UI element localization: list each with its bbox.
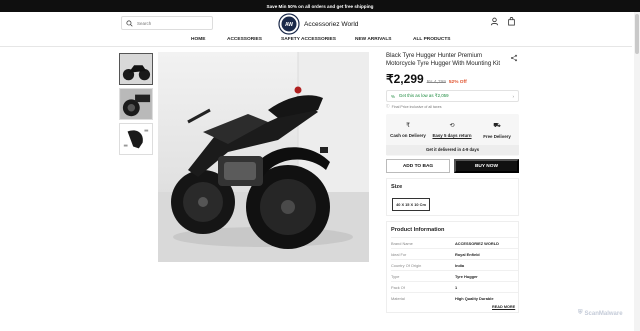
delivery-estimate: Get it delivered in 4-9 days bbox=[386, 145, 519, 155]
main-nav: HOME ACCESSORIES SAFETY ACCESSORIES NEW … bbox=[0, 34, 640, 46]
read-more-link[interactable]: READ MORE bbox=[492, 305, 515, 309]
size-option[interactable]: 40 X 15 X 10 Cm bbox=[392, 198, 430, 211]
truck-icon: ⛟ bbox=[493, 123, 501, 129]
thumbnail-1[interactable] bbox=[119, 53, 153, 85]
info-value: India bbox=[455, 263, 465, 268]
feature-cod-label: Cash on Delivery bbox=[390, 133, 426, 138]
nav-new-arrivals[interactable]: NEW ARRIVALS bbox=[355, 37, 392, 42]
feature-return[interactable]: ⟲ Easy 5 days return bbox=[430, 122, 474, 138]
nav-all-products[interactable]: ALL PRODUCTS bbox=[413, 37, 451, 42]
search-input[interactable] bbox=[137, 20, 207, 26]
brand-logo[interactable]: AW Accessoriez World bbox=[278, 13, 358, 35]
share-icon[interactable] bbox=[510, 54, 518, 62]
product-title: Black Tyre Hugger Hunter Premium Motorcy… bbox=[386, 52, 501, 68]
feature-return-label[interactable]: Easy 5 days return bbox=[432, 133, 471, 138]
scrollbar-thumb[interactable] bbox=[635, 14, 639, 54]
buy-now-button[interactable]: BUY NOW bbox=[454, 159, 519, 173]
sale-price: ₹2,299 bbox=[386, 72, 424, 86]
feature-free-delivery: ⛟ Free Delivery bbox=[475, 122, 519, 139]
info-key: Ideal For bbox=[391, 252, 407, 257]
rupee-icon: ₹ bbox=[406, 123, 410, 129]
info-value: Royal Enfield bbox=[455, 252, 480, 257]
logo-badge-icon: AW bbox=[278, 13, 300, 35]
shopping-bag-icon[interactable] bbox=[507, 17, 516, 26]
info-value: Tyre Hugger bbox=[455, 274, 478, 279]
watermark-text: ScanMalware bbox=[584, 310, 623, 317]
nav-accessories[interactable]: ACCESSORIES bbox=[227, 37, 262, 42]
info-key: Pack Of bbox=[391, 285, 405, 290]
logo-mark-text: AW bbox=[285, 22, 293, 28]
info-key: Brand Name bbox=[391, 241, 413, 246]
info-value: 1 bbox=[455, 285, 458, 290]
announcement-bar: Save Min 50% on all orders and get free … bbox=[0, 0, 640, 12]
offer-tag-icon: % bbox=[391, 93, 395, 99]
thumbnail-2[interactable] bbox=[119, 88, 153, 120]
info-row: Material High Quality Durable bbox=[391, 292, 518, 303]
product-info-section: Product Information Brand Name ACCESSORI… bbox=[386, 221, 519, 313]
return-icon: ⟲ bbox=[449, 123, 455, 129]
nav-home[interactable]: HOME bbox=[191, 37, 205, 42]
announcement-text: Save Min 50% on all orders and get free … bbox=[266, 3, 374, 9]
shield-icon: ⛨ bbox=[578, 310, 583, 316]
feature-cod: ₹ Cash on Delivery bbox=[386, 122, 430, 138]
tax-note: ⓘ Final Price inclusive of all taxes bbox=[386, 104, 442, 109]
info-value: High Quality Durable bbox=[455, 296, 494, 301]
main-product-image[interactable] bbox=[158, 52, 369, 262]
size-title: Size bbox=[391, 184, 403, 190]
thumbnail-list bbox=[119, 53, 153, 158]
price-row: ₹2,299 Rs.4,799 52% Off bbox=[386, 72, 467, 86]
original-price: Rs.4,799 bbox=[426, 80, 446, 85]
chevron-right-icon: › bbox=[512, 93, 514, 99]
info-key: Country Of Origin bbox=[391, 263, 422, 268]
search-box[interactable] bbox=[121, 16, 213, 30]
info-icon: ⓘ bbox=[386, 104, 390, 108]
discount-badge: 52% Off bbox=[448, 80, 467, 85]
info-row: Ideal For Royal Enfield bbox=[391, 248, 518, 259]
size-section: Size 40 X 15 X 10 Cm bbox=[386, 178, 519, 216]
info-key: Material bbox=[391, 296, 405, 301]
thumbnail-3[interactable] bbox=[119, 123, 153, 155]
info-row: Type Tyre Hugger bbox=[391, 270, 518, 281]
user-icon[interactable] bbox=[490, 17, 499, 26]
search-icon bbox=[126, 19, 133, 27]
feature-delivery-label: Free Delivery bbox=[483, 134, 511, 139]
header-divider bbox=[0, 46, 632, 47]
nav-safety-accessories[interactable]: SAFETY ACCESSORIES bbox=[281, 37, 336, 42]
info-row: Country Of Origin India bbox=[391, 259, 518, 270]
offer-banner[interactable]: % Get this as low as ₹2,059 › bbox=[386, 90, 519, 102]
add-to-bag-button[interactable]: ADD TO BAG bbox=[386, 159, 450, 173]
scrollbar-track[interactable] bbox=[634, 12, 640, 331]
watermark: ⛨ ScanMalware bbox=[578, 310, 623, 317]
info-row: Brand Name ACCESSORIEZ WORLD bbox=[391, 237, 518, 248]
site-header: AW Accessoriez World bbox=[0, 12, 640, 35]
offer-text: Get this as low as ₹2,059 bbox=[398, 93, 449, 98]
info-key: Type bbox=[391, 274, 400, 279]
brand-name: Accessoriez World bbox=[304, 20, 359, 28]
info-row: Pack Of 1 bbox=[391, 281, 518, 292]
tax-note-text: Final Price inclusive of all taxes bbox=[391, 104, 442, 109]
product-info-title: Product Information bbox=[391, 227, 445, 233]
info-value: ACCESSORIEZ WORLD bbox=[455, 241, 499, 246]
